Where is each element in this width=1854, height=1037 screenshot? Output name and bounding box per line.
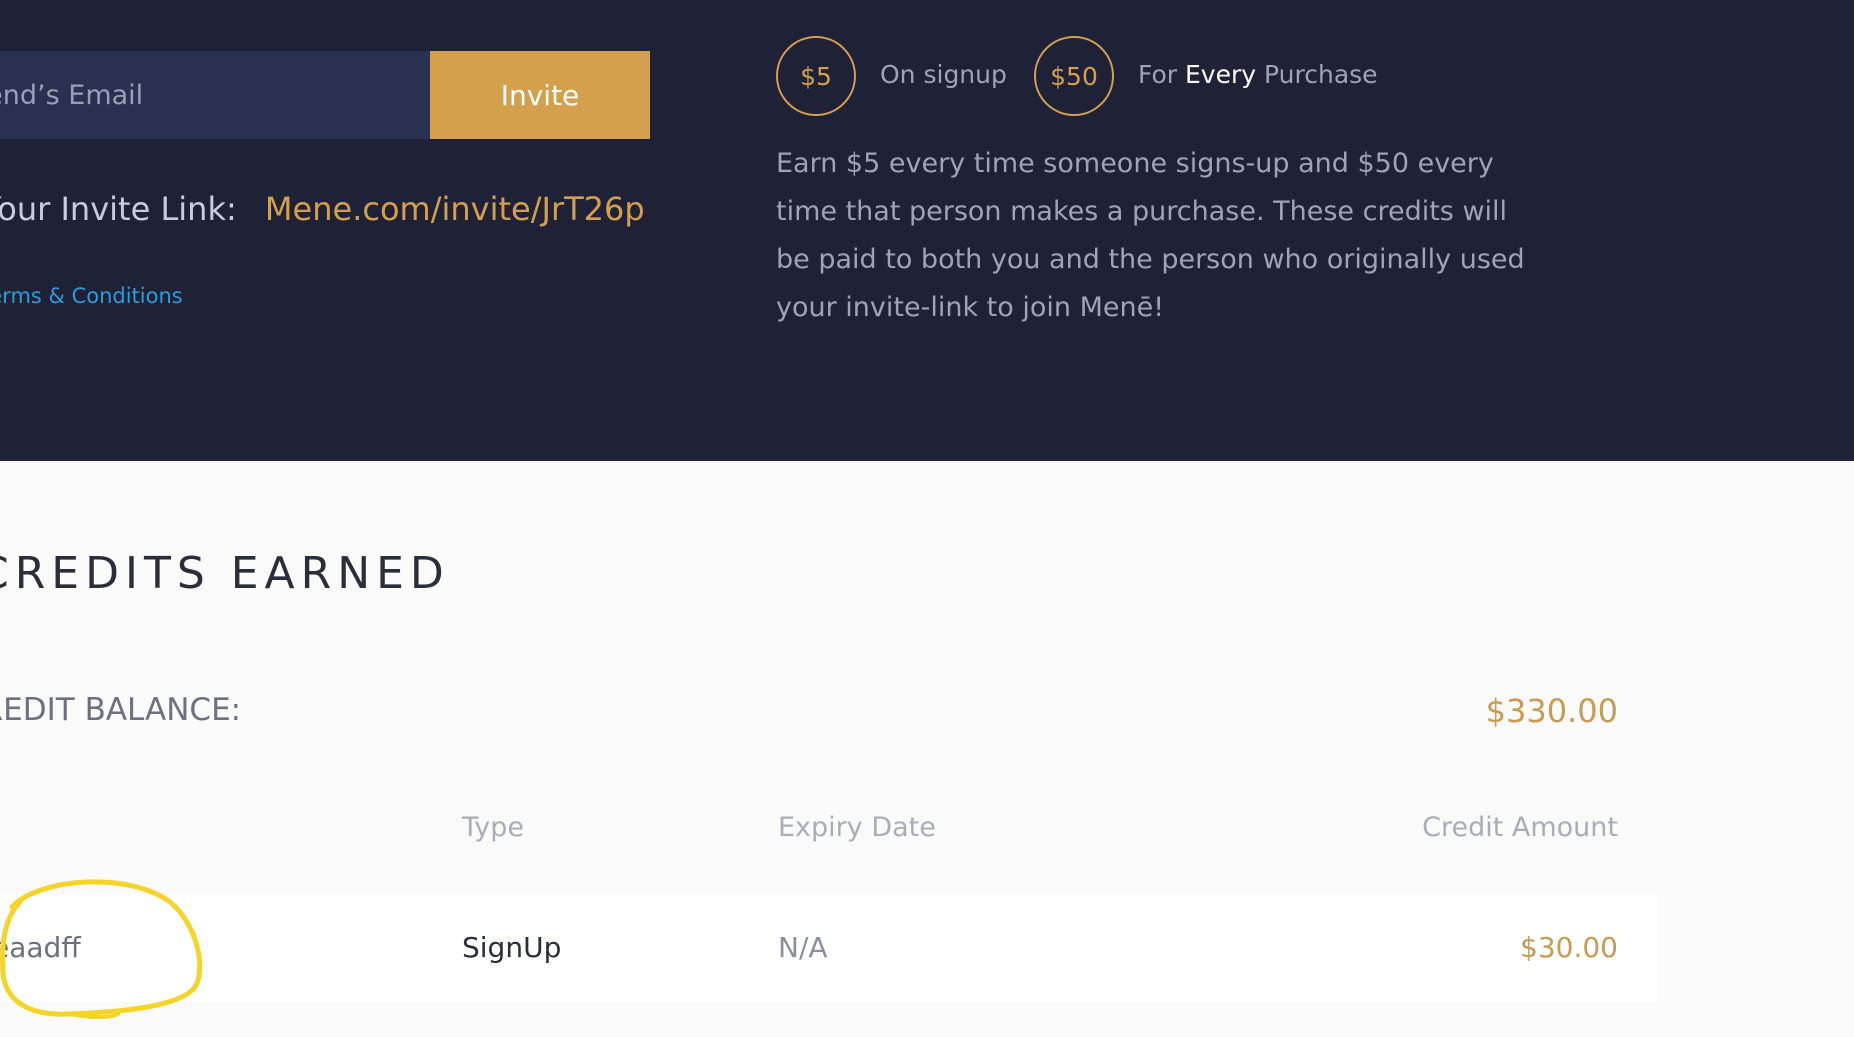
invite-link-row: Your Invite Link: Mene.com/invite/JrT26p xyxy=(0,190,645,228)
credits-earned-title: CREDITS EARNED xyxy=(0,548,450,599)
credit-amount-cell: $30.00 xyxy=(1520,931,1618,964)
referral-page: Friend’s Email Invite Your Invite Link: … xyxy=(0,0,1854,1037)
credit-balance-value: $330.00 xyxy=(1485,692,1618,730)
reward-description: Earn $5 every time someone signs-up and … xyxy=(776,148,1525,323)
table-row: eaadff SignUp N/A $30.00 xyxy=(0,895,1658,1002)
signup-reward-badge: $5 xyxy=(776,36,856,116)
credit-expiry-cell: N/A xyxy=(778,931,828,964)
friend-email-input[interactable]: Friend’s Email xyxy=(0,51,430,139)
friend-email-placeholder: Friend’s Email xyxy=(0,79,144,111)
purchase-reward-suffix: Purchase xyxy=(1264,60,1378,89)
credit-type-cell: SignUp xyxy=(462,931,562,964)
purchase-reward-badge: $50 xyxy=(1034,36,1114,116)
invite-hero-section: Friend’s Email Invite Your Invite Link: … xyxy=(0,0,1854,461)
purchase-reward-prefix: For xyxy=(1138,60,1178,89)
signup-reward-label: On signup xyxy=(880,60,1007,89)
purchase-reward-label: For Every Purchase xyxy=(1138,60,1378,89)
invite-button[interactable]: Invite xyxy=(430,51,650,139)
invite-link[interactable]: Mene.com/invite/JrT26p xyxy=(265,190,645,228)
credit-code-cell: eaadff xyxy=(0,931,81,964)
invite-link-label: Your Invite Link: xyxy=(0,190,237,228)
column-header-amount: Credit Amount xyxy=(1422,812,1618,843)
credit-balance-label: CREDIT BALANCE: xyxy=(0,692,242,728)
purchase-reward-emphasis: Every xyxy=(1185,60,1257,89)
column-header-expiry: Expiry Date xyxy=(778,812,936,843)
terms-conditions-link[interactable]: Terms & Conditions xyxy=(0,284,183,308)
column-header-type: Type xyxy=(462,812,525,843)
